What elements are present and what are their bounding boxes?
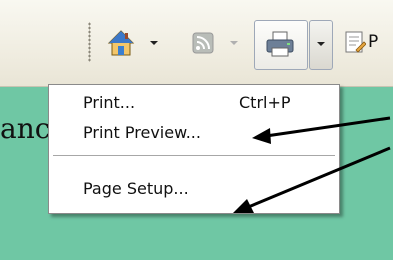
annotation-arrows [233,116,391,213]
annotation-arrow-print-preview [252,116,391,144]
annotation-arrow-page-setup [233,146,391,213]
